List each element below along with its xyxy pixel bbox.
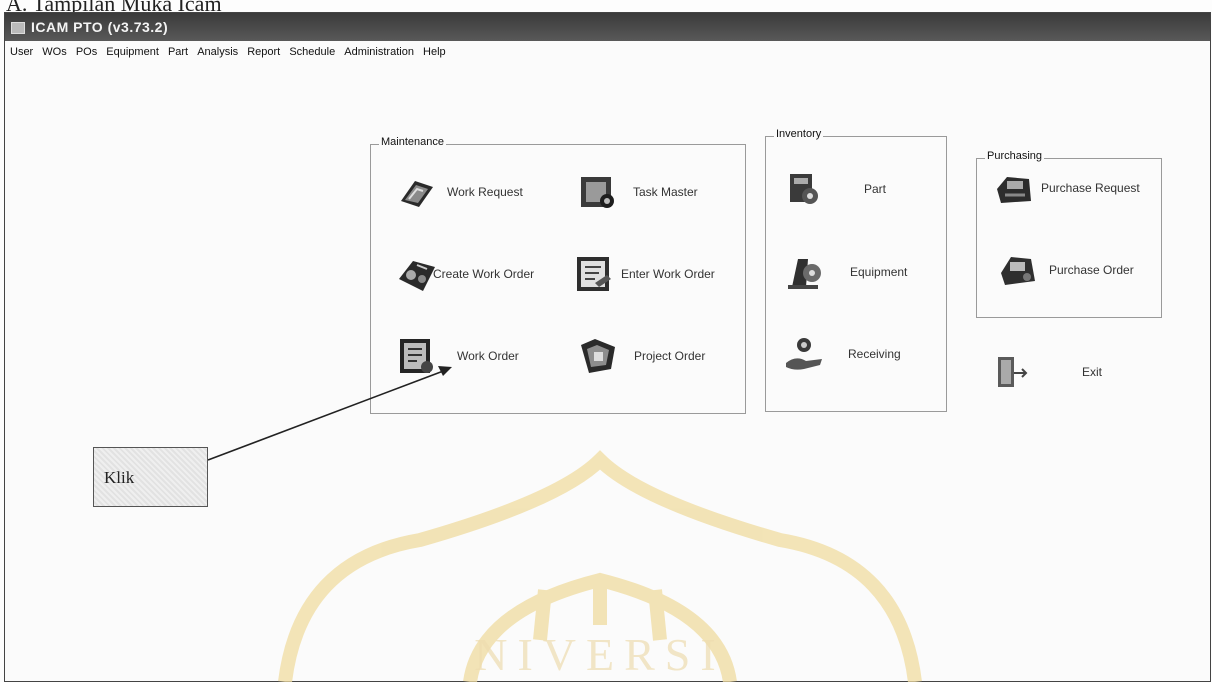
klik-callout: Klik bbox=[93, 447, 208, 507]
annotation-arrow bbox=[207, 366, 452, 461]
klik-label: Klik bbox=[104, 468, 135, 487]
